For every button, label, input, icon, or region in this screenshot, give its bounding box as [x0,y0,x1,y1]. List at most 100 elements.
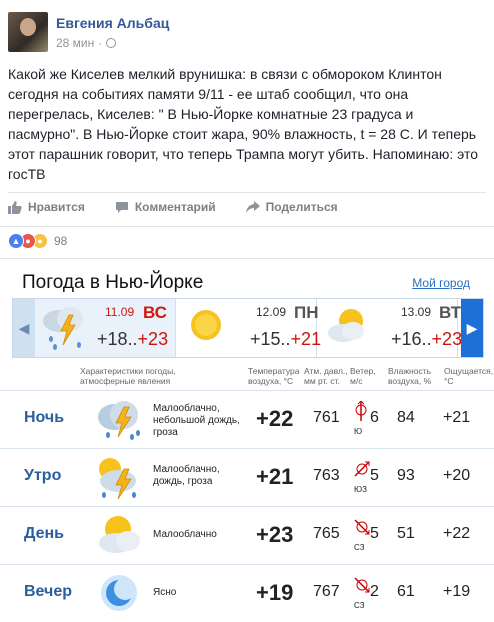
temperature: +23 [256,522,294,547]
day-temps: +16..+23 [391,329,462,350]
forecast-row-day: День Малооблачно +23 765 5 СЗ 51 +22 [0,506,494,562]
wind-direction: СЗ [354,601,365,610]
header-wind: Ветер, м/с [350,366,376,386]
avatar[interactable] [8,12,48,52]
reactions-summary[interactable]: ▲ ● ● 98 [8,233,67,249]
feels-like: +20 [443,467,471,484]
divider [0,258,494,259]
humidity: 84 [397,409,415,426]
post-meta: 28 мин · [56,36,117,50]
temperature: +22 [256,406,294,431]
wind-speed: 6 [370,409,379,426]
period-label: Утро [24,467,62,484]
post-text: Какой же Киселев мелкий врунишка: в связ… [8,66,479,182]
day-date: 13.09 [401,305,432,319]
humidity: 61 [397,583,415,600]
temperature: +21 [256,464,294,489]
share-button[interactable]: Поделиться [245,196,338,218]
day-temps: +18..+23 [97,329,168,350]
period-label: День [24,525,64,542]
thunderstorm-icon [43,307,83,350]
globe-icon[interactable] [106,38,117,48]
pressure: 765 [313,525,340,542]
day-date: 11.09 [105,305,135,319]
storm-cloud-icon [98,401,140,440]
moon-icon [101,575,137,611]
header-feels: Ощущается, °С [444,366,494,386]
forecast-row-morning: Утро Малооблачно, дождь, гроза +21 763 5… [0,448,494,504]
like-button[interactable]: Нравится [8,196,85,218]
meta-separator: · [98,36,103,50]
wind-direction-icon [354,461,370,477]
weather-title: Погода в Нью-Йорке [22,272,204,293]
weather-widget: Погода в Нью-Йорке Мой город ◀ 11.09 ВС … [0,262,494,622]
comment-label: Комментарий [134,200,216,214]
wind-direction-icon [355,401,367,421]
sun-storm-icon [99,458,136,500]
day-temp-high: +23 [431,329,463,349]
wind-direction: СЗ [354,543,365,552]
feels-like: +19 [443,583,471,600]
day-of-week: ВС [143,303,167,322]
day-of-week: ВТ [439,303,462,322]
reactions-count: 98 [54,234,68,248]
wind-speed: 5 [370,525,379,542]
temperature: +19 [256,580,294,605]
wind-speed: 5 [370,467,379,484]
conditions-desc: Малооблачно, небольшой дождь, гроза [153,403,240,438]
thumbs-up-icon [8,200,22,214]
partly-cloudy-icon [99,516,140,553]
author-name[interactable]: Евгения Альбац [56,15,169,31]
feels-like: +21 [443,409,471,426]
header-temperature: Температура воздуха, °С [248,366,300,386]
day-card-monday[interactable]: 12.09 ПН +15..+21 [176,299,321,357]
divider [0,226,494,227]
like-reaction-icon: ▲ [8,233,24,249]
facebook-post: Евгения Альбац 28 мин · Какой же Киселев… [0,0,494,622]
post-time[interactable]: 28 мин [56,36,94,50]
comment-icon [115,201,128,213]
like-label: Нравится [28,200,85,214]
pressure: 767 [313,583,340,600]
conditions-desc: Малооблачно [153,529,217,540]
day-card-tuesday[interactable]: 13.09 ВТ +16..+23 [317,299,462,357]
forecast-row-night: Ночь Малооблачно, небольшой дождь, гроза… [0,390,494,446]
comment-button[interactable]: Комментарий [115,196,216,218]
header-pressure: Атм. давл., мм рт. ст. [304,366,348,386]
wind-direction: Ю [354,427,363,436]
days-strip: ◀ 11.09 ВС +18..+23 12.09 ПН +15..+21 13… [12,298,484,358]
period-label: Вечер [24,583,73,600]
day-date: 12.09 [256,305,287,319]
pressure: 763 [313,467,340,484]
share-label: Поделиться [265,200,338,214]
header-conditions: Характеристики погоды, атмосферные явлен… [80,366,176,386]
day-temps: +15..+21 [250,329,321,350]
divider [8,192,486,193]
feels-like: +22 [443,525,471,542]
day-temp-high: +23 [137,329,169,349]
post-actions: Нравится Комментарий Поделиться [8,196,368,218]
header-humidity: Влажность воздуха, % [388,366,432,386]
partly-cloudy-icon [328,309,364,342]
sun-icon [191,310,221,340]
next-day-button[interactable]: ▶ [461,299,483,357]
wind-speed: 2 [370,583,379,600]
period-label: Ночь [24,409,65,426]
pressure: 761 [313,409,340,426]
humidity: 93 [397,467,415,484]
day-temp-low: +18.. [97,329,138,349]
day-of-week: ПН [294,303,319,322]
conditions-desc: Ясно [153,587,177,598]
day-temp-low: +16.. [391,329,432,349]
share-icon [245,201,260,213]
day-temp-low: +15.. [250,329,291,349]
conditions-desc: Малооблачно, дождь, гроза [153,464,220,487]
wind-direction-icon [354,519,370,535]
wind-direction: ЮЗ [354,485,367,494]
humidity: 51 [397,525,415,542]
wind-direction-icon [354,577,370,593]
prev-day-button[interactable]: ◀ [13,299,35,357]
day-card-sunday[interactable]: 11.09 ВС +18..+23 [35,299,176,357]
my-city-link[interactable]: Мой город [412,276,470,290]
forecast-row-evening: Вечер Ясно +19 767 2 СЗ 61 +19 [0,564,494,620]
